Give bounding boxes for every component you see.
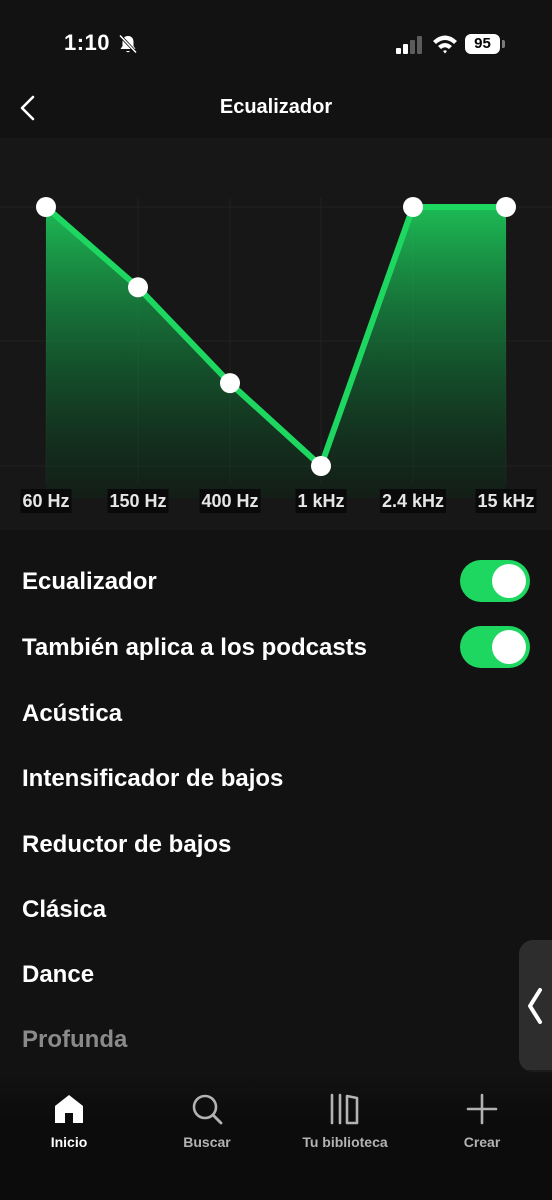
status-time: 1:10 xyxy=(64,30,111,55)
eq-band-label: 150 Hz xyxy=(109,491,166,511)
preset-acustica[interactable]: Acústica xyxy=(22,700,122,728)
wifi-icon xyxy=(433,35,457,54)
nav-library-label: Tu biblioteca xyxy=(302,1134,388,1150)
eq-band-label: 15 kHz xyxy=(477,491,534,511)
side-panel-handle[interactable] xyxy=(519,940,552,1072)
preset-profunda[interactable]: Profunda xyxy=(22,1026,127,1054)
eq-band-handle[interactable] xyxy=(36,197,56,217)
podcasts-toggle-label: También aplica a los podcasts xyxy=(22,634,367,661)
page-title: Ecualizador xyxy=(219,96,333,118)
preset-clasica[interactable]: Clásica xyxy=(22,896,106,924)
nav-search[interactable]: Buscar xyxy=(147,1092,267,1150)
cellular-signal-icon xyxy=(396,36,422,54)
library-icon xyxy=(330,1093,359,1125)
bell-muted-icon xyxy=(118,34,138,54)
nav-home-label: Inicio xyxy=(50,1134,88,1150)
plus-icon xyxy=(466,1093,498,1125)
header: Ecualizador xyxy=(0,76,552,140)
bottom-navigation: Inicio Buscar Tu biblioteca Crear xyxy=(0,1070,552,1200)
eq-band-handle[interactable] xyxy=(128,277,148,298)
equalizer-toggle[interactable] xyxy=(460,560,530,602)
eq-band-handle[interactable] xyxy=(403,197,423,217)
toggle-knob xyxy=(492,564,526,598)
eq-band-handle[interactable] xyxy=(496,197,516,217)
eq-band-handle[interactable] xyxy=(220,373,240,394)
home-icon xyxy=(55,1095,83,1123)
eq-band-handle[interactable] xyxy=(311,456,331,476)
preset-intensificador-de-bajos[interactable]: Intensificador de bajos xyxy=(22,765,283,793)
search-icon xyxy=(192,1094,223,1125)
preset-reductor-de-bajos[interactable]: Reductor de bajos xyxy=(22,831,231,859)
nav-search-label: Buscar xyxy=(183,1134,231,1150)
eq-band-label: 2.4 kHz xyxy=(382,491,444,511)
nav-create-label: Crear xyxy=(463,1134,501,1150)
preset-dance[interactable]: Dance xyxy=(22,961,94,989)
nav-create[interactable]: Crear xyxy=(422,1092,542,1150)
podcasts-toggle[interactable] xyxy=(460,626,530,668)
eq-band-label: 60 Hz xyxy=(22,491,69,511)
nav-home[interactable]: Inicio xyxy=(9,1092,129,1150)
battery-level: 95 xyxy=(465,34,500,54)
nav-library[interactable]: Tu biblioteca xyxy=(285,1092,405,1150)
equalizer-graph[interactable]: 60 Hz 150 Hz 400 Hz 1 kHz 2.4 kHz 15 kHz xyxy=(0,138,552,530)
chevron-left-icon xyxy=(528,988,542,1024)
battery-indicator: 95 xyxy=(465,34,505,54)
eq-band-label: 1 kHz xyxy=(297,491,344,511)
equalizer-area xyxy=(46,207,506,498)
equalizer-toggle-label: Ecualizador xyxy=(22,568,157,595)
toggle-knob xyxy=(492,630,526,664)
eq-band-label: 400 Hz xyxy=(201,491,258,511)
equalizer-chart[interactable]: 60 Hz 150 Hz 400 Hz 1 kHz 2.4 kHz 15 kHz xyxy=(0,138,552,530)
